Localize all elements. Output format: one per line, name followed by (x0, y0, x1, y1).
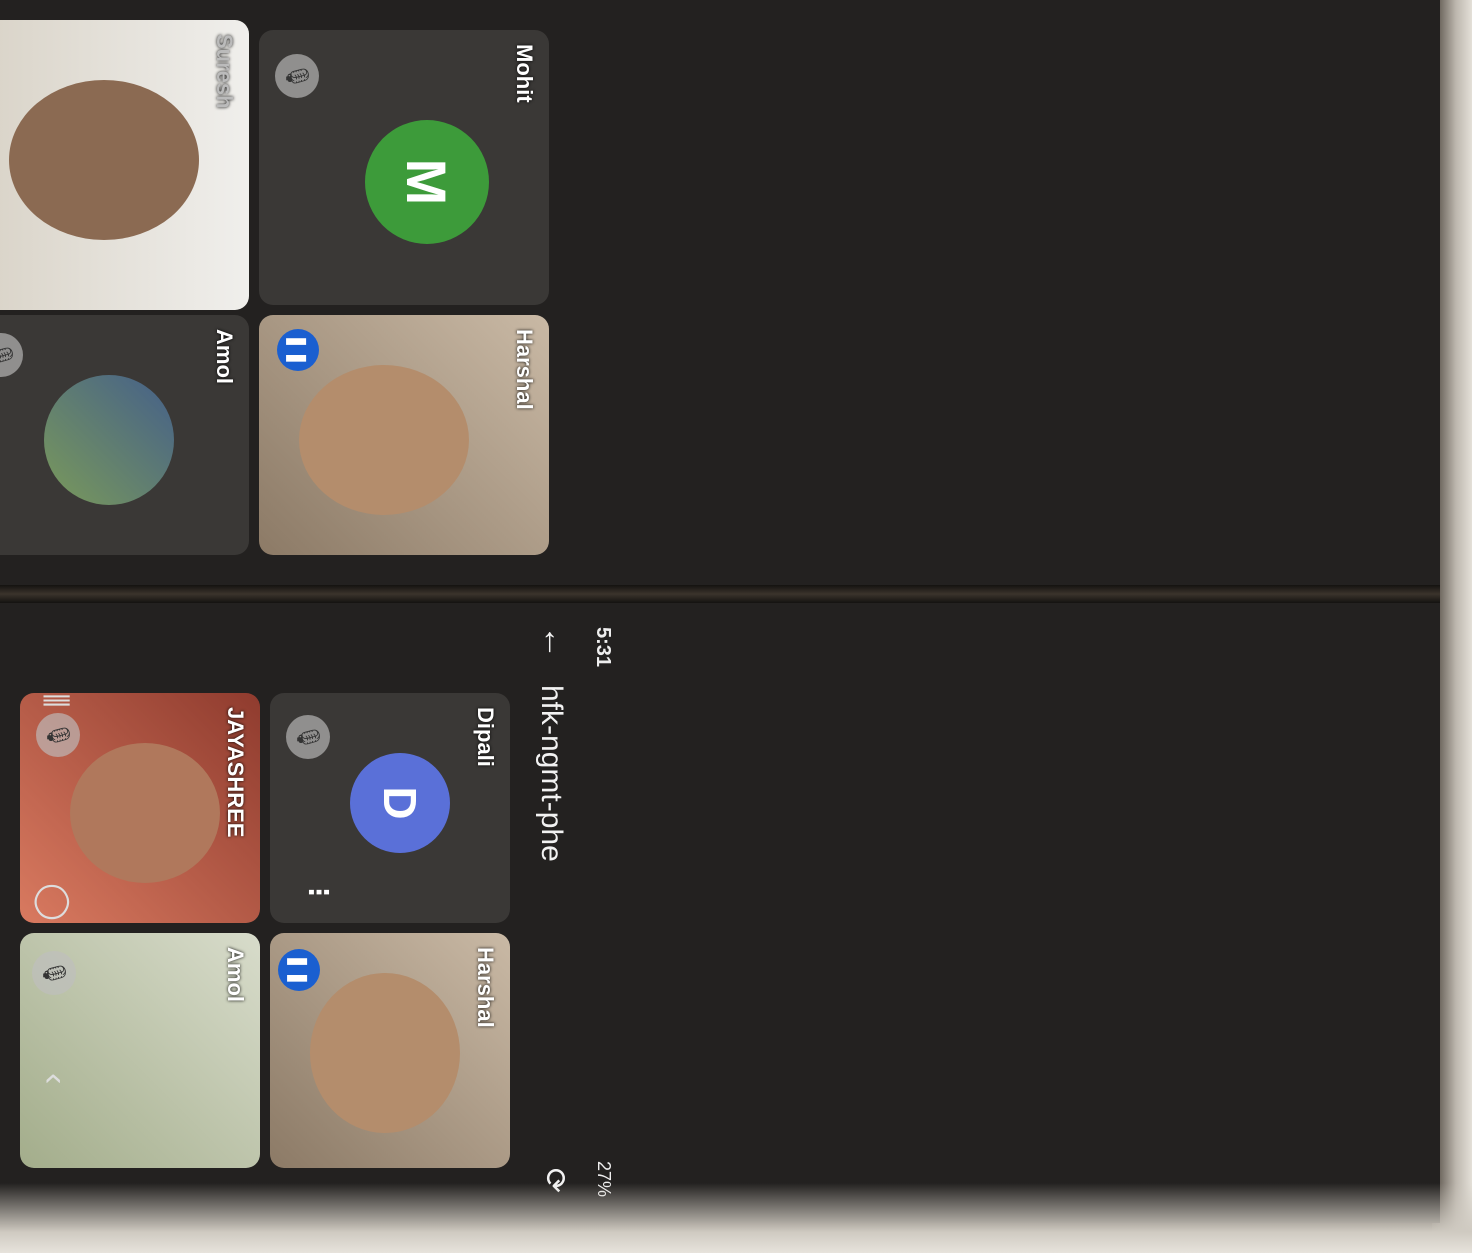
page-bottom-edge (0, 1183, 1472, 1253)
meet-screen-bottom: 5:31 27% ← hfk-ngmt-phe ⟳ Harshal ❚❚ Amo… (0, 603, 1440, 1223)
participant-tile[interactable]: Suresh (0, 20, 249, 310)
participant-face (299, 365, 469, 515)
participant-tile[interactable]: Harshal ❚❚ (259, 315, 549, 555)
participant-face (9, 80, 199, 240)
recent-apps-icon[interactable]: ⦀ (35, 693, 74, 708)
mic-off-icon: 🎙 (0, 333, 23, 377)
meet-screen-top: Harshal ❚❚ Amol 🎙 Mohit M 🎙 Suresh (0, 0, 1440, 585)
back-arrow-icon[interactable]: ← (535, 625, 574, 659)
navigation-bar: ⦀ ◯ ‹ (20, 603, 80, 1223)
avatar (44, 375, 174, 505)
participant-name: Amol (223, 947, 248, 1002)
avatar-initial: D (350, 753, 450, 853)
meet-app-bar: ← hfk-ngmt-phe ⟳ (524, 603, 580, 1223)
photo-background: Harshal ❚❚ Amol 🎙 Mohit M 🎙 Suresh (0, 0, 1472, 1253)
participant-tile[interactable]: Amol 🎙 (0, 315, 249, 555)
participant-name: JAYASHREE (223, 707, 248, 838)
status-time: 5:31 (592, 627, 614, 668)
participant-name: Suresh (212, 34, 237, 109)
back-nav-icon[interactable]: ‹ (35, 1073, 74, 1084)
participant-name: Amol (212, 329, 237, 384)
participant-name: Dipali (473, 707, 498, 767)
participant-name: Mohit (512, 44, 537, 103)
participant-face (310, 973, 460, 1133)
participant-face (70, 743, 220, 883)
more-options-icon[interactable]: ⋮ (303, 879, 334, 905)
rotated-viewport: 5:31 27% ← hfk-ngmt-phe ⟳ Harshal ❚❚ Amo… (0, 603, 620, 1223)
meeting-code[interactable]: hfk-ngmt-phe (534, 685, 568, 862)
participant-tile[interactable]: Harshal ❚❚ (270, 933, 510, 1168)
speaking-indicator-icon: ❚❚ (278, 949, 320, 991)
participant-name: Harshal (512, 329, 537, 410)
book-fold (0, 585, 1440, 603)
participant-name: Harshal (473, 947, 498, 1028)
home-icon[interactable]: ◯ (34, 883, 74, 921)
participant-tile[interactable]: Dipali D 🎙 ⋮ (270, 693, 510, 923)
avatar-initial: M (365, 120, 489, 244)
status-bar: 5:31 27% (584, 603, 620, 1223)
mic-off-icon: 🎙 (275, 54, 319, 98)
participant-tile[interactable]: Mohit M 🎙 (259, 30, 549, 305)
speaking-indicator-icon: ❚❚ (277, 329, 319, 371)
rotated-viewport: Harshal ❚❚ Amol 🎙 Mohit M 🎙 Suresh (0, 0, 585, 585)
mic-off-icon: 🎙 (286, 715, 330, 759)
